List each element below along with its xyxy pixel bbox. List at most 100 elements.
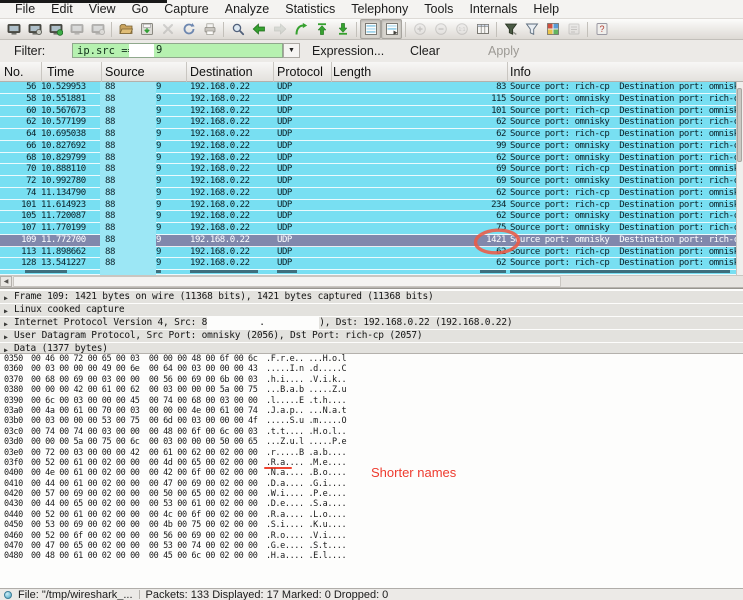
- go-to-packet-icon[interactable]: [290, 19, 311, 39]
- expand-triangle-icon[interactable]: ▶: [4, 305, 8, 317]
- hex-line-0370[interactable]: 037000 68 00 69 00 03 00 00 00 56 00 69 …: [0, 375, 743, 385]
- packet-row-68[interactable]: 6810.8297999192.168.0.22UDP62Source port…: [0, 153, 737, 165]
- close-file-icon[interactable]: [157, 19, 178, 39]
- preferences-icon[interactable]: [563, 19, 584, 39]
- find-packet-icon[interactable]: [227, 19, 248, 39]
- capture-filter-icon[interactable]: [500, 19, 521, 39]
- expand-triangle-icon[interactable]: ▶: [4, 344, 8, 353]
- hex-line-0430[interactable]: 043000 44 00 65 00 02 00 00 00 53 00 61 …: [0, 499, 743, 509]
- hex-line-0460[interactable]: 046000 52 00 6f 00 02 00 00 00 56 00 69 …: [0, 531, 743, 541]
- save-file-icon[interactable]: [136, 19, 157, 39]
- column-separator[interactable]: [273, 62, 274, 82]
- restart-capture-icon[interactable]: [87, 19, 108, 39]
- menu-telephony[interactable]: Telephony: [343, 0, 416, 18]
- hex-line-0450[interactable]: 045000 53 00 69 00 02 00 00 00 4b 00 75 …: [0, 520, 743, 530]
- hex-line-0360[interactable]: 036000 03 00 00 00 49 00 6e 00 64 00 03 …: [0, 364, 743, 374]
- hex-line-03f0[interactable]: 03f000 52 00 61 00 02 00 00 00 4d 00 65 …: [0, 458, 743, 468]
- capture-options-icon[interactable]: [24, 19, 45, 39]
- zoom-out-icon[interactable]: [430, 19, 451, 39]
- start-capture-icon[interactable]: [45, 19, 66, 39]
- reload-icon[interactable]: [178, 19, 199, 39]
- column-header-no[interactable]: No.: [4, 65, 23, 79]
- hex-line-0350[interactable]: 035000 46 00 72 00 65 00 03 00 00 00 48 …: [0, 354, 743, 364]
- clear-button[interactable]: Clear: [410, 44, 440, 58]
- hex-line-03c0[interactable]: 03c000 74 00 74 00 03 00 00 00 48 00 6f …: [0, 427, 743, 437]
- auto-scroll-icon[interactable]: [381, 19, 402, 39]
- coloring-rules-icon[interactable]: [542, 19, 563, 39]
- column-header-length[interactable]: Length: [333, 65, 371, 79]
- filter-dropdown-arrow-icon[interactable]: ▼: [283, 43, 300, 58]
- colorize-list-icon[interactable]: [360, 19, 381, 39]
- zoom-in-icon[interactable]: [409, 19, 430, 39]
- expand-triangle-icon[interactable]: ▶: [4, 318, 8, 330]
- go-forward-icon[interactable]: [269, 19, 290, 39]
- menu-tools[interactable]: Tools: [416, 0, 461, 18]
- resize-columns-icon[interactable]: [472, 19, 493, 39]
- list-interfaces-icon[interactable]: [3, 19, 24, 39]
- menu-internals[interactable]: Internals: [461, 0, 525, 18]
- hex-line-0420[interactable]: 042000 57 00 69 00 02 00 00 00 50 00 65 …: [0, 489, 743, 499]
- expand-triangle-icon[interactable]: ▶: [4, 292, 8, 304]
- column-header-source[interactable]: Source: [105, 65, 145, 79]
- filter-label[interactable]: Filter:: [14, 44, 45, 58]
- column-header-destination[interactable]: Destination: [190, 65, 253, 79]
- display-filter-input[interactable]: ip.src == 8: [72, 43, 283, 58]
- packet-row-113[interactable]: 11311.8986629192.168.0.22UDP62Source por…: [0, 247, 737, 259]
- packet-row-64[interactable]: 6410.6950389192.168.0.22UDP62Source port…: [0, 129, 737, 141]
- hex-line-03e0[interactable]: 03e000 72 00 03 00 00 00 42 00 61 00 62 …: [0, 448, 743, 458]
- packet-row-105[interactable]: 10511.7200879192.168.0.22UDP62Source por…: [0, 211, 737, 223]
- packet-row-74[interactable]: 7411.1347909192.168.0.22UDP62Source port…: [0, 188, 737, 200]
- menu-help[interactable]: Help: [525, 0, 567, 18]
- column-separator[interactable]: [41, 62, 42, 82]
- detail-line-3[interactable]: ▶User Datagram Protocol, Src Port: omnis…: [0, 330, 743, 342]
- help-icon[interactable]: ?: [591, 19, 612, 39]
- column-separator[interactable]: [186, 62, 187, 82]
- detail-line-0[interactable]: ▶Frame 109: 1421 bytes on wire (11368 bi…: [0, 291, 743, 303]
- display-filter-icon[interactable]: [521, 19, 542, 39]
- go-top-icon[interactable]: [311, 19, 332, 39]
- hex-line-0410[interactable]: 041000 44 00 61 00 02 00 00 00 47 00 69 …: [0, 479, 743, 489]
- hex-line-0380[interactable]: 038000 00 00 42 00 61 00 62 00 03 00 00 …: [0, 385, 743, 395]
- apply-button[interactable]: Apply: [488, 44, 519, 58]
- go-bottom-icon[interactable]: [332, 19, 353, 39]
- packet-row-128[interactable]: 12813.5412279192.168.0.22UDP62Source por…: [0, 258, 737, 270]
- column-header-time[interactable]: Time: [47, 65, 74, 79]
- hex-line-0400[interactable]: 040000 4e 00 61 00 02 00 00 00 42 00 6f …: [0, 468, 743, 478]
- hex-line-0390[interactable]: 039000 6c 00 03 00 00 00 45 00 74 00 68 …: [0, 396, 743, 406]
- detail-line-2[interactable]: ▶Internet Protocol Version 4, Src: 8.), …: [0, 317, 743, 329]
- hex-line-03b0[interactable]: 03b000 03 00 00 00 53 00 75 00 6d 00 03 …: [0, 416, 743, 426]
- expand-triangle-icon[interactable]: ▶: [4, 331, 8, 343]
- packet-row-66[interactable]: 6610.8276929192.168.0.22UDP99Source port…: [0, 141, 737, 153]
- packet-row-56[interactable]: 5610.5299539192.168.0.22UDP83Source port…: [0, 82, 737, 94]
- open-file-icon[interactable]: [115, 19, 136, 39]
- packet-row-101[interactable]: 10111.6149239192.168.0.22UDP234Source po…: [0, 200, 737, 212]
- packet-row-107[interactable]: 10711.7701999192.168.0.22UDP75Source por…: [0, 223, 737, 235]
- hex-line-03a0[interactable]: 03a000 4a 00 61 00 70 00 03 00 00 00 4e …: [0, 406, 743, 416]
- hex-line-0480[interactable]: 048000 48 00 61 00 02 00 00 00 45 00 6c …: [0, 551, 743, 561]
- menu-statistics[interactable]: Statistics: [277, 0, 343, 18]
- packet-row-62[interactable]: 6210.5771999192.168.0.22UDP62Source port…: [0, 117, 737, 129]
- horizontal-scrollbar-thumb[interactable]: [13, 276, 561, 287]
- packet-row-70[interactable]: 7010.8881109192.168.0.22UDP69Source port…: [0, 164, 737, 176]
- expression-button[interactable]: Expression...: [312, 44, 384, 58]
- hex-line-0440[interactable]: 044000 52 00 61 00 02 00 00 00 4c 00 6f …: [0, 510, 743, 520]
- detail-line-1[interactable]: ▶Linux cooked capture: [0, 304, 743, 316]
- menu-analyze[interactable]: Analyze: [217, 0, 277, 18]
- hex-line-0470[interactable]: 047000 47 00 65 00 02 00 00 00 53 00 74 …: [0, 541, 743, 551]
- detail-line-4[interactable]: ▶Data (1377 bytes): [0, 343, 743, 353]
- column-separator[interactable]: [507, 62, 508, 82]
- stop-capture-icon[interactable]: [66, 19, 87, 39]
- column-header-protocol[interactable]: Protocol: [277, 65, 323, 79]
- column-header-info[interactable]: Info: [510, 65, 531, 79]
- expert-info-icon[interactable]: [4, 591, 12, 599]
- column-separator[interactable]: [101, 62, 102, 82]
- hex-line-03d0[interactable]: 03d000 00 00 5a 00 75 00 6c 00 03 00 00 …: [0, 437, 743, 447]
- column-separator[interactable]: [331, 62, 332, 82]
- packet-row-60[interactable]: 6010.5676739192.168.0.22UDP101Source por…: [0, 106, 737, 118]
- scroll-left-arrow-icon[interactable]: ◀: [0, 276, 12, 287]
- packet-row-58[interactable]: 5810.5518819192.168.0.22UDP115Source por…: [0, 94, 737, 106]
- packet-list-scrollbar-thumb[interactable]: [737, 88, 742, 162]
- go-back-icon[interactable]: [248, 19, 269, 39]
- packet-row-109[interactable]: 10911.7727009192.168.0.22UDP1421Source p…: [0, 235, 737, 247]
- print-icon[interactable]: [199, 19, 220, 39]
